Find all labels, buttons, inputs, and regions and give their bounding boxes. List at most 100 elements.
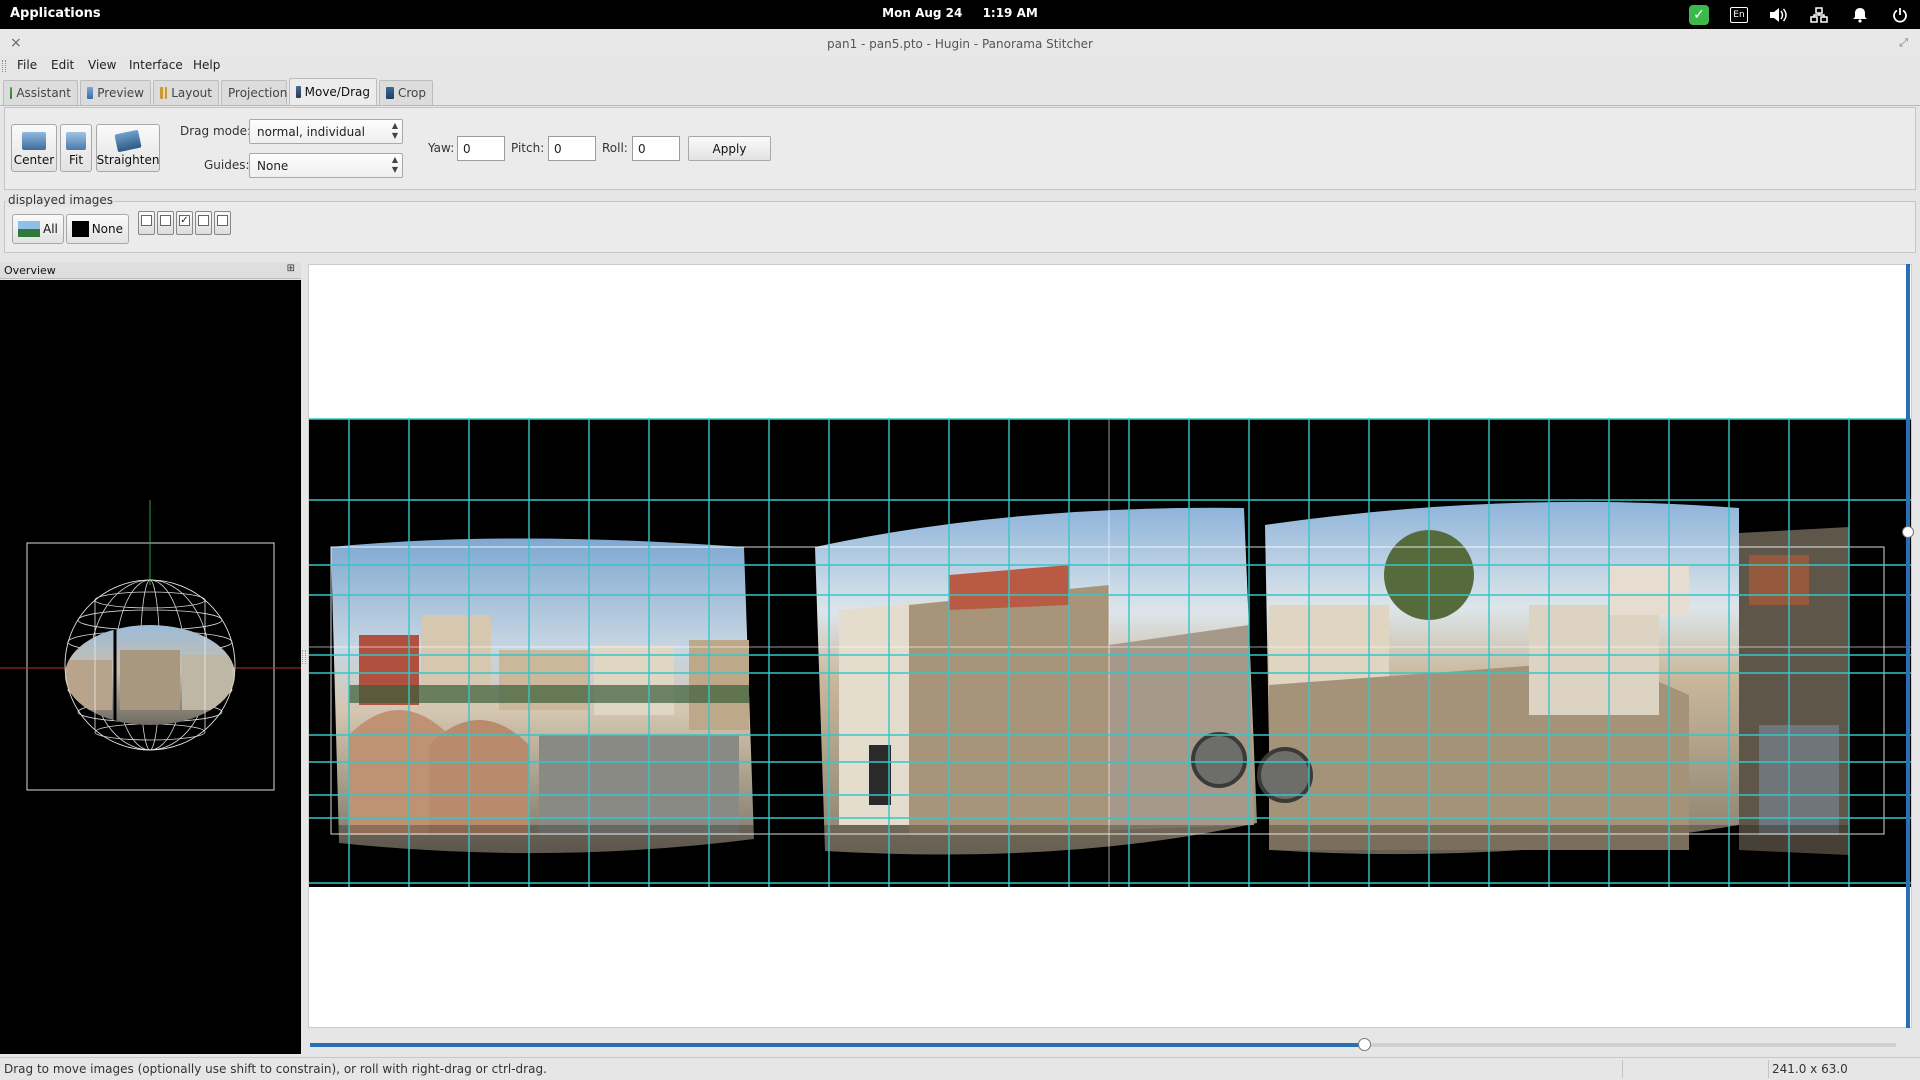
image-toggle-1[interactable] xyxy=(157,211,174,235)
tab-crop[interactable]: Crop xyxy=(379,80,433,105)
tab-layout[interactable]: Layout xyxy=(153,80,219,105)
status-bar: Drag to move images (optionally use shif… xyxy=(0,1057,1920,1080)
yaw-input[interactable]: 0 xyxy=(457,136,505,161)
straighten-button-label: Straighten xyxy=(96,153,160,167)
panorama-preview-canvas[interactable] xyxy=(308,264,1912,1028)
fit-icon xyxy=(66,132,86,150)
preview-icon xyxy=(87,87,94,99)
pin-icon[interactable]: ⊞ xyxy=(287,263,295,274)
tab-assistant-label: Assistant xyxy=(16,86,71,100)
pitch-label: Pitch: xyxy=(511,141,545,155)
panorama-dimensions: 241.0 x 63.0 xyxy=(1772,1062,1848,1076)
assistant-icon xyxy=(10,87,13,99)
notification-bell-icon[interactable] xyxy=(1849,4,1871,26)
fit-button-label: Fit xyxy=(68,153,84,167)
guides-select[interactable]: None ▲ ▼ xyxy=(249,153,403,178)
panorama-image-3[interactable] xyxy=(1257,501,1739,855)
clock-time: 1:19 AM xyxy=(982,6,1038,20)
image-toggle-2-box: ✓ xyxy=(179,215,190,226)
clock-date: Mon Aug 24 xyxy=(882,6,963,20)
image-toggle-3[interactable] xyxy=(195,211,212,235)
tab-layout-label: Layout xyxy=(171,86,212,100)
status-message: Drag to move images (optionally use shif… xyxy=(4,1062,547,1076)
roll-label: Roll: xyxy=(602,141,628,155)
vertical-scale-knob[interactable] xyxy=(1902,526,1914,538)
apply-button[interactable]: Apply xyxy=(688,136,771,161)
tab-projection[interactable]: Projection xyxy=(221,80,287,105)
maximize-icon[interactable]: ⤢ xyxy=(1899,36,1908,50)
window-title: pan1 - pan5.pto - Hugin - Panorama Stitc… xyxy=(827,37,1093,51)
tab-projection-label: Projection xyxy=(228,86,288,100)
horizontal-fov-fill xyxy=(310,1043,1364,1047)
straighten-button[interactable]: Straighten xyxy=(96,124,160,172)
panorama-image-4[interactable] xyxy=(1739,527,1849,855)
drag-mode-label: Drag mode: xyxy=(180,124,252,138)
tab-bar: Assistant Preview Layout Projection Move… xyxy=(0,78,1920,106)
image-toggle-0-box xyxy=(141,215,152,226)
guides-label: Guides: xyxy=(204,158,250,172)
tab-move-drag-label: Move/Drag xyxy=(304,85,370,99)
show-no-images-label: None xyxy=(91,222,123,236)
fit-button[interactable]: Fit xyxy=(60,124,92,172)
layout-icon xyxy=(160,87,168,99)
displayed-images-group: displayed images All None ✓ xyxy=(4,193,1916,253)
menu-bar: File Edit View Interface Help xyxy=(0,56,1920,76)
volume-icon[interactable] xyxy=(1767,4,1789,26)
displayed-images-legend: displayed images xyxy=(6,193,116,207)
spin-arrows-icon: ▲ ▼ xyxy=(391,121,398,140)
image-toggle-4[interactable] xyxy=(214,211,231,235)
system-top-bar: Applications Mon Aug 24 1:19 AM ✓ En xyxy=(0,0,1920,29)
image-toggle-3-box xyxy=(198,215,209,226)
center-button-label: Center xyxy=(13,153,55,167)
menu-help[interactable]: Help xyxy=(193,58,220,72)
pitch-input[interactable]: 0 xyxy=(548,136,596,161)
splitter-handle-icon[interactable] xyxy=(302,650,306,664)
overview-projected-images xyxy=(65,625,235,725)
overview-title: Overview xyxy=(4,264,56,277)
panorama-shade xyxy=(331,825,1851,855)
network-icon[interactable] xyxy=(1808,4,1830,26)
straighten-icon xyxy=(114,129,142,153)
show-all-images-button[interactable]: All xyxy=(12,214,64,244)
center-icon xyxy=(22,132,46,150)
panorama-image-1[interactable] xyxy=(331,538,754,854)
crop-icon xyxy=(386,87,394,99)
tab-preview[interactable]: Preview xyxy=(80,80,151,105)
status-separator xyxy=(1622,1060,1623,1078)
drag-mode-value: normal, individual xyxy=(257,125,365,139)
horizontal-fov-slider[interactable] xyxy=(310,1038,1896,1051)
menu-interface[interactable]: Interface xyxy=(129,58,183,72)
clock: Mon Aug 24 1:19 AM xyxy=(0,6,1920,20)
image-toggle-1-box xyxy=(160,215,171,226)
menu-file[interactable]: File xyxy=(17,58,37,72)
keyboard-layout-icon[interactable]: En xyxy=(1728,4,1750,26)
image-toggle-2[interactable]: ✓ xyxy=(176,211,193,235)
image-toggle-4-box xyxy=(217,215,228,226)
drag-mode-select[interactable]: normal, individual ▲ ▼ xyxy=(249,119,403,144)
tab-move-drag[interactable]: Move/Drag xyxy=(289,78,377,105)
show-no-images-button[interactable]: None xyxy=(66,214,129,244)
keyboard-layout-label: En xyxy=(1730,7,1748,23)
horizontal-fov-knob[interactable] xyxy=(1358,1038,1371,1051)
panorama-preview-svg xyxy=(309,418,1911,887)
vertical-scale-slider[interactable] xyxy=(1906,264,1910,1028)
panorama-image-2[interactable] xyxy=(815,507,1257,855)
power-icon[interactable] xyxy=(1889,4,1911,26)
window-title-bar: × pan1 - pan5.pto - Hugin - Panorama Sti… xyxy=(0,29,1920,59)
check-shield-icon[interactable]: ✓ xyxy=(1688,4,1710,26)
tab-crop-label: Crop xyxy=(397,86,426,100)
yaw-label: Yaw: xyxy=(428,141,455,155)
menubar-grip-icon xyxy=(2,60,6,72)
image-toggle-0[interactable] xyxy=(138,211,155,235)
move-drag-toolbar: Center Fit Straighten Drag mode: normal,… xyxy=(4,107,1916,190)
menu-edit[interactable]: Edit xyxy=(51,58,74,72)
center-button[interactable]: Center xyxy=(11,124,57,172)
applications-menu[interactable]: Applications xyxy=(10,6,101,21)
overview-panel[interactable] xyxy=(0,280,301,1054)
roll-input[interactable]: 0 xyxy=(632,136,680,161)
overview-header: Overview ⊞ xyxy=(0,262,301,279)
menu-view[interactable]: View xyxy=(88,58,116,72)
tab-assistant[interactable]: Assistant xyxy=(3,80,78,105)
show-all-images-label: All xyxy=(43,222,58,236)
guides-value: None xyxy=(257,159,289,173)
